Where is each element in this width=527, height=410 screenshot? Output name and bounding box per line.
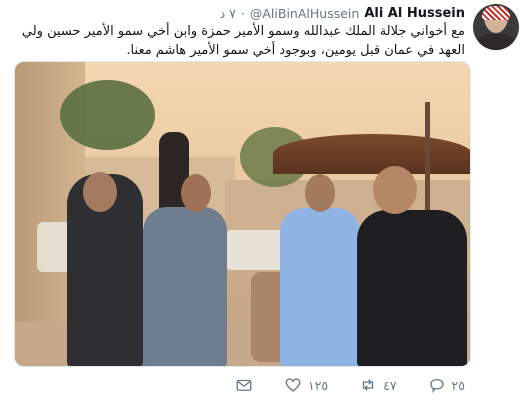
avatar-keffiyeh [482, 6, 510, 20]
like-count: ١٢٥ [307, 377, 329, 393]
tweet-photo[interactable] [14, 61, 471, 367]
photo-tree [60, 80, 155, 150]
photo-person-2 [143, 207, 227, 366]
retweet-count: ٤٧ [383, 377, 397, 393]
tweet-timestamp[interactable]: ٧ د [220, 6, 236, 21]
retweet-icon [359, 376, 377, 394]
tweet-text: مع أخواني جلالة الملك عبدالله وسمو الأمي… [21, 24, 465, 58]
like-button[interactable]: ١٢٥ [284, 376, 328, 394]
photo-parasol [273, 134, 470, 174]
tweet: Ali Al Hussein @AliBinAlHussein · ٧ د مع… [0, 0, 527, 410]
tweet-actions: ١٢٥ ٤٧ ٢٥ [235, 372, 465, 398]
reply-count: ٢٥ [451, 377, 465, 393]
avatar-body [477, 34, 515, 50]
envelope-icon [235, 376, 253, 394]
separator-dot: · [240, 5, 245, 21]
photo-person-4 [357, 210, 467, 366]
author-handle[interactable]: @AliBinAlHussein [250, 6, 359, 21]
photo-person-2-head [181, 174, 211, 212]
retweet-button[interactable]: ٤٧ [359, 376, 397, 394]
tweet-header: Ali Al Hussein @AliBinAlHussein · ٧ د [220, 4, 465, 22]
avatar[interactable] [473, 4, 519, 50]
reply-button[interactable]: ٢٥ [428, 376, 465, 394]
photo-person-1-head [83, 172, 117, 212]
message-button[interactable] [235, 376, 253, 394]
reply-icon [428, 376, 446, 394]
photo-person-3-head [305, 174, 335, 212]
photo-person-3 [280, 208, 360, 366]
heart-icon [284, 376, 302, 394]
author-name[interactable]: Ali Al Hussein [364, 6, 465, 21]
photo-person-4-head [373, 166, 417, 214]
